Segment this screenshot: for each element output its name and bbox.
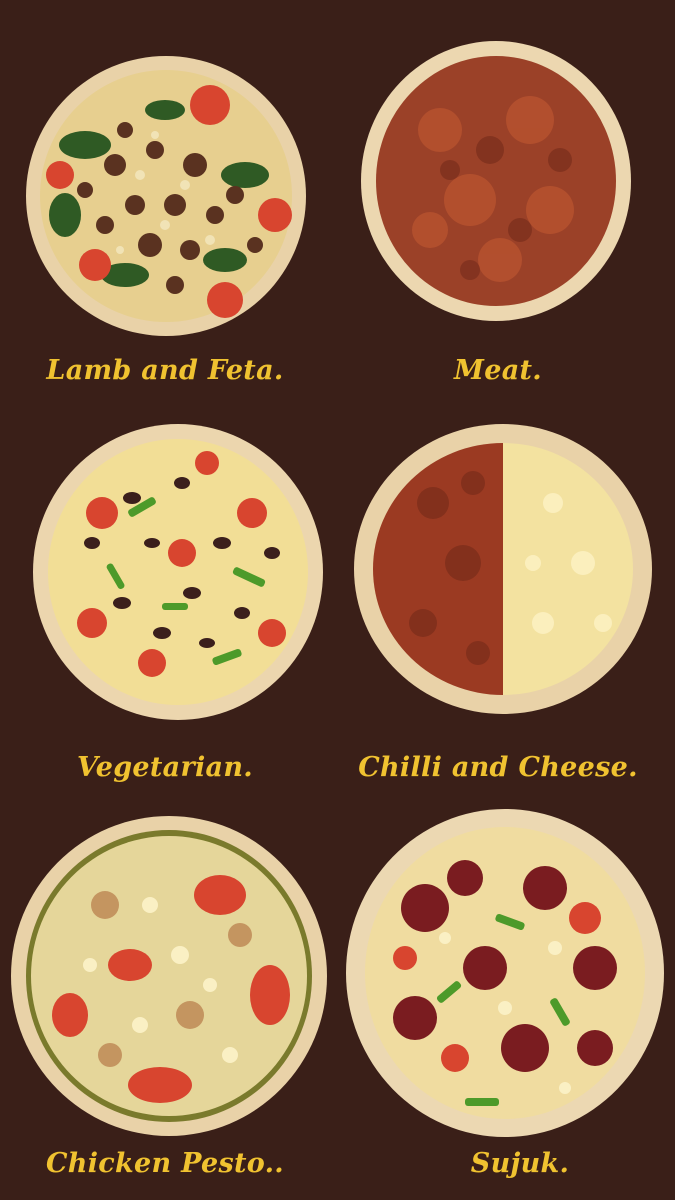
- lamb-feta-pizza-image: [25, 55, 307, 337]
- sujuk-label: Sujuk.: [470, 1148, 570, 1179]
- chicken-pesto-label: Chicken Pesto..: [46, 1148, 284, 1179]
- pizza-menu-page: Lamb and Feta. Meat. Vegetarian. Chilli …: [0, 0, 675, 1200]
- chicken-pesto-pizza-image: [10, 815, 328, 1137]
- chilli-cheese-label: Chilli and Cheese.: [358, 752, 638, 783]
- lamb-feta-label: Lamb and Feta.: [46, 355, 284, 386]
- vegetarian-label: Vegetarian.: [77, 752, 253, 783]
- meat-pizza-image: [360, 40, 632, 322]
- chilli-cheese-pizza-image: [353, 423, 653, 715]
- meat-label: Meat.: [454, 355, 542, 386]
- sujuk-pizza-image: [345, 808, 665, 1138]
- vegetarian-pizza-image: [32, 423, 324, 721]
